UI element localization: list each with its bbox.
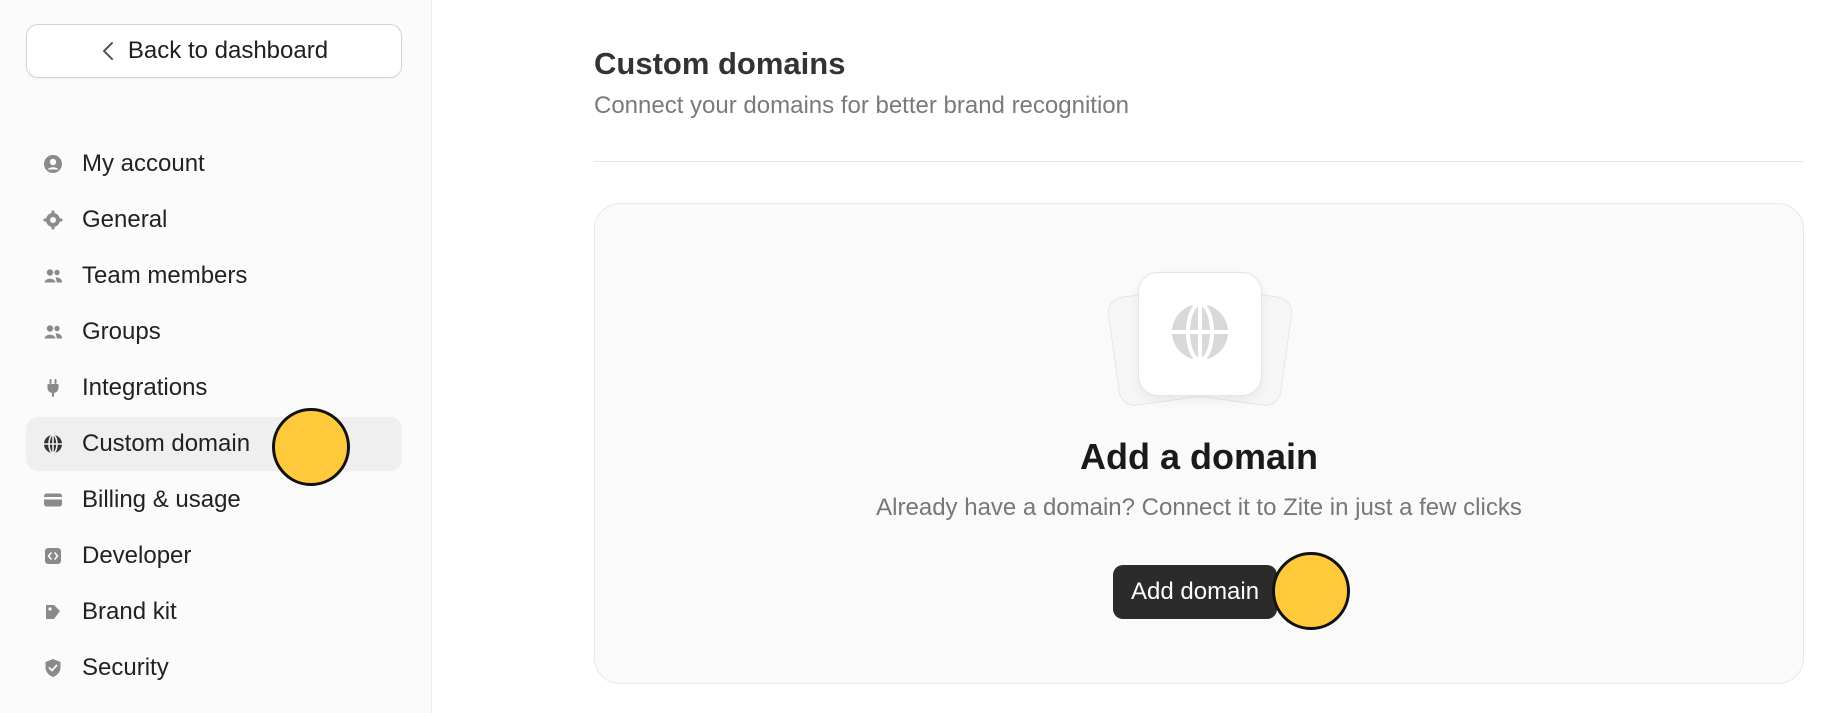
back-to-dashboard-button[interactable]: Back to dashboard (26, 24, 402, 78)
globe-icon (42, 433, 64, 455)
palette-icon (42, 601, 64, 623)
sidebar-item-label: Team members (82, 262, 248, 289)
sidebar-item-label: Integrations (82, 374, 208, 401)
back-to-dashboard-label: Back to dashboard (127, 37, 329, 64)
sidebar-item-developer[interactable]: Developer (26, 529, 402, 583)
sidebar-item-billing-usage[interactable]: Billing & usage (26, 473, 402, 527)
main-content: Custom domains Connect your domains for … (432, 0, 1828, 713)
empty-state-title: Add a domain (1079, 436, 1318, 477)
chevron-left-icon (100, 40, 116, 62)
sidebar-item-label: Brand kit (82, 598, 177, 625)
page-subtitle: Connect your domains for better brand re… (594, 92, 1129, 119)
users-icon (42, 321, 64, 343)
gear-icon (42, 209, 64, 231)
sidebar-item-label: Groups (82, 318, 161, 345)
sidebar-item-general[interactable]: General (26, 193, 402, 247)
sidebar-item-my-account[interactable]: My account (26, 137, 402, 191)
sidebar-item-label: My account (82, 150, 205, 177)
header-divider (594, 161, 1804, 162)
sidebar-item-label: General (82, 206, 168, 233)
sidebar-item-brand-kit[interactable]: Brand kit (26, 585, 402, 639)
sidebar-item-team-members[interactable]: Team members (26, 249, 402, 303)
empty-state-description: Already have a domain? Connect it to Zit… (876, 494, 1522, 521)
shield-icon (42, 657, 64, 679)
sidebar-item-label: Developer (82, 542, 192, 569)
users-icon (42, 265, 64, 287)
sidebar-item-label: Security (82, 654, 169, 681)
user-circle-icon (42, 153, 64, 175)
illustration-front-card (1138, 272, 1262, 396)
click-marker (1272, 552, 1350, 630)
sidebar-item-integrations[interactable]: Integrations (26, 361, 402, 415)
settings-nav: My account General Team members Groups I… (26, 137, 402, 697)
credit-card-icon (42, 489, 64, 511)
plug-icon (42, 377, 64, 399)
click-marker (272, 408, 350, 486)
empty-state-card: Add a domain Already have a domain? Conn… (594, 203, 1804, 684)
settings-sidebar: Back to dashboard My account General Tea… (0, 0, 432, 713)
page-title: Custom domains (594, 46, 846, 81)
sidebar-item-security[interactable]: Security (26, 641, 402, 695)
code-icon (42, 545, 64, 567)
sidebar-item-label: Billing & usage (82, 486, 241, 513)
globe-icon (1170, 301, 1230, 367)
empty-state-illustration (1105, 272, 1295, 408)
add-domain-button[interactable]: Add domain (1113, 565, 1278, 619)
sidebar-item-groups[interactable]: Groups (26, 305, 402, 359)
sidebar-item-label: Custom domain (82, 430, 251, 457)
